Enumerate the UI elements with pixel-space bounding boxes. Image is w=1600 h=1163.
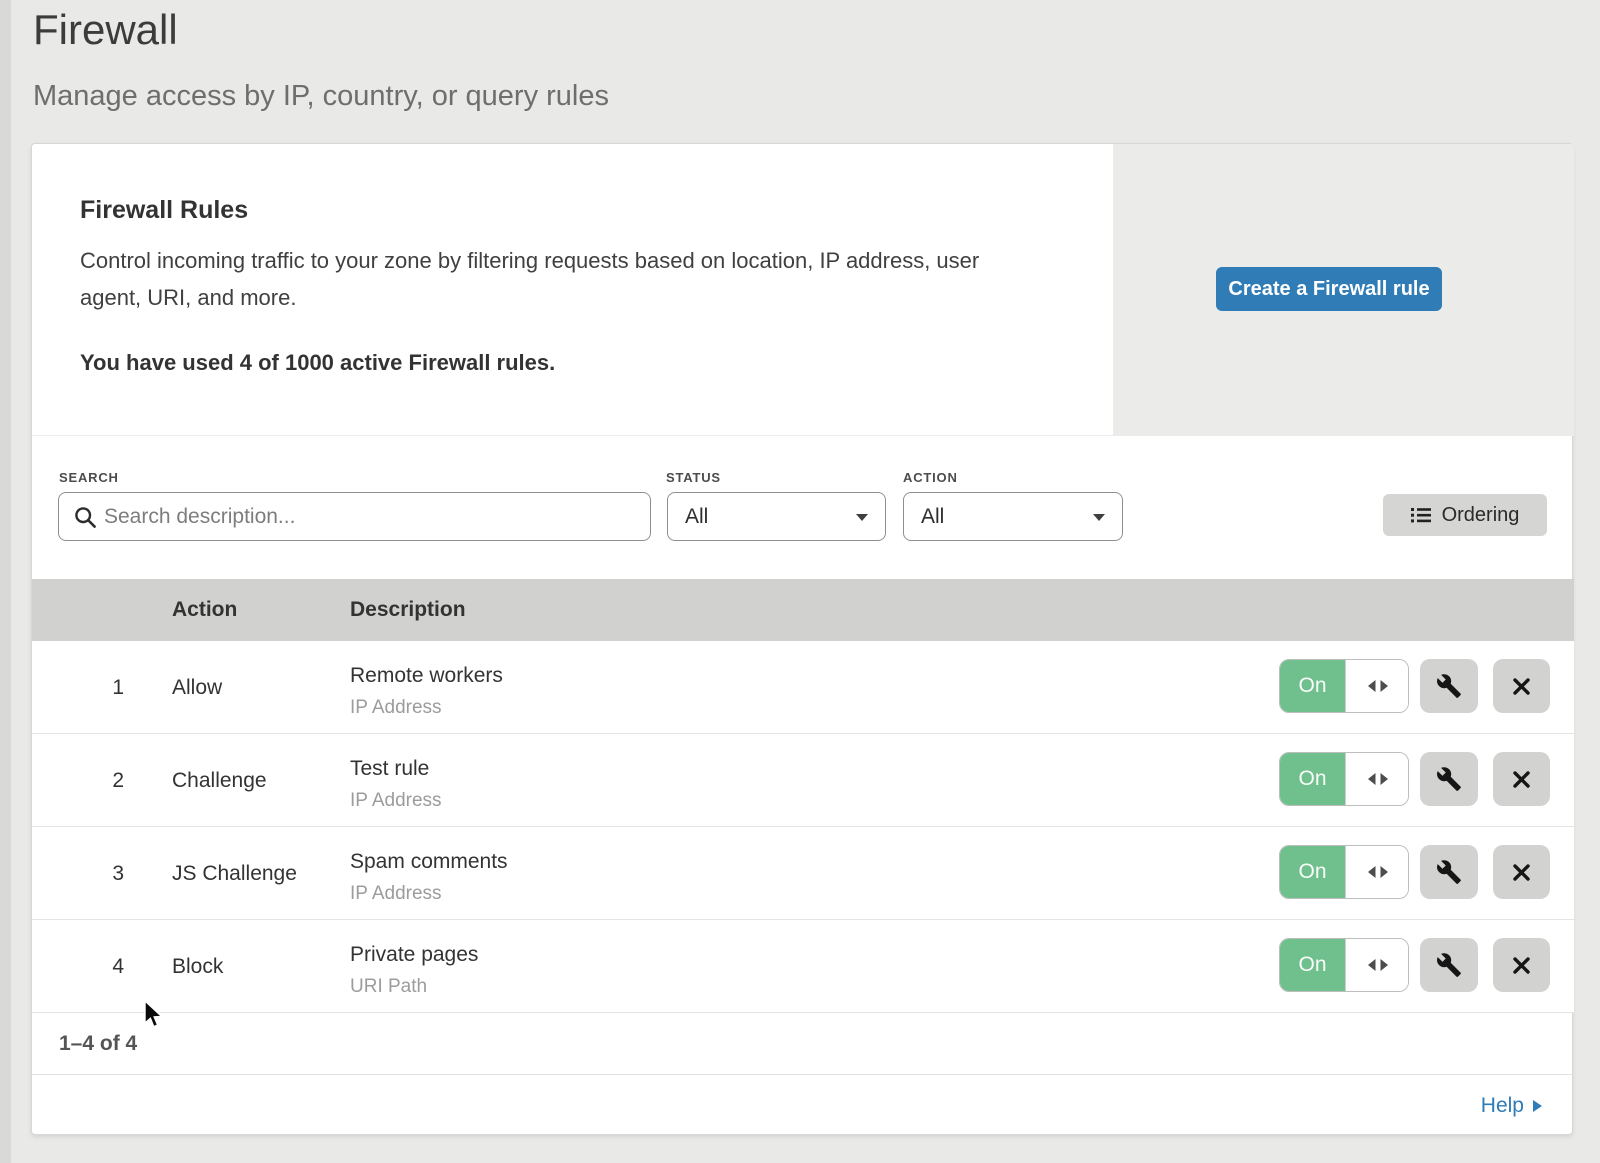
edit-rule-button[interactable] [1420,845,1478,899]
toggle-on-segment[interactable]: On [1280,846,1345,898]
wrench-icon [1436,766,1462,792]
delete-rule-button[interactable] [1493,659,1550,713]
wrench-icon [1436,859,1462,885]
action-label: ACTION [903,470,958,485]
edit-rule-button[interactable] [1420,659,1478,713]
ordering-button[interactable]: Ordering [1383,494,1547,536]
help-link[interactable]: Help [1481,1075,1543,1136]
firewall-page: Firewall Manage access by IP, country, o… [0,0,1600,1163]
delete-rule-button[interactable] [1493,752,1550,806]
rules-summary-section: Firewall Rules Control incoming traffic … [32,144,1574,436]
edit-rule-button[interactable] [1420,938,1478,992]
table-row: 2 Challenge Test rule IP Address On [32,734,1574,827]
close-icon [1511,769,1532,790]
toggle-on-segment[interactable]: On [1280,939,1345,991]
page-title: Firewall [33,6,178,54]
close-icon [1511,955,1532,976]
left-right-arrows-icon [1367,772,1389,786]
search-icon [74,506,97,529]
search-label: SEARCH [59,470,119,485]
pagination-range: 1–4 of 4 [59,1013,137,1074]
search-input[interactable] [104,494,644,539]
ordering-button-label: Ordering [1442,504,1520,527]
rule-enabled-toggle[interactable]: On [1279,845,1409,899]
right-triangle-icon [1532,1099,1543,1113]
rule-match-type: IP Address [350,883,442,905]
chevron-down-icon [1092,513,1106,522]
rules-heading: Firewall Rules [80,196,248,225]
rule-enabled-toggle[interactable]: On [1279,659,1409,713]
page-left-edge [0,0,11,1163]
rule-action: Challenge [172,734,267,827]
rule-enabled-toggle[interactable]: On [1279,752,1409,806]
status-label: STATUS [666,470,721,485]
rule-match-type: IP Address [350,697,442,719]
toggle-handle[interactable] [1345,939,1409,991]
status-select[interactable]: All [667,492,886,541]
firewall-rules-card: Firewall Rules Control incoming traffic … [31,143,1573,1135]
delete-rule-button[interactable] [1493,938,1550,992]
edit-rule-button[interactable] [1420,752,1478,806]
table-header: Action Description [32,579,1574,641]
action-select[interactable]: All [903,492,1123,541]
rule-action: Block [172,920,223,1013]
left-right-arrows-icon [1367,679,1389,693]
status-select-value: All [685,505,708,528]
table-row: 3 JS Challenge Spam comments IP Address … [32,827,1574,920]
action-select-value: All [921,505,944,528]
left-right-arrows-icon [1367,958,1389,972]
rule-priority: 2 [92,734,124,827]
rules-description: Control incoming traffic to your zone by… [80,242,1030,316]
toggle-handle[interactable] [1345,753,1409,805]
help-link-label: Help [1481,1075,1524,1136]
rules-usage-text: You have used 4 of 1000 active Firewall … [80,350,555,376]
wrench-icon [1436,673,1462,699]
rule-description: Private pages [350,943,478,967]
rule-priority: 4 [92,920,124,1013]
toggle-on-segment[interactable]: On [1280,753,1345,805]
create-firewall-rule-button[interactable]: Create a Firewall rule [1216,267,1442,311]
chevron-down-icon [855,513,869,522]
list-ordering-icon [1411,507,1432,523]
rule-description: Spam comments [350,850,508,874]
toggle-handle[interactable] [1345,846,1409,898]
search-box [58,492,651,541]
help-bar: Help [32,1074,1574,1135]
rule-action: Allow [172,641,222,734]
rule-description: Test rule [350,757,429,781]
left-right-arrows-icon [1367,865,1389,879]
rule-enabled-toggle[interactable]: On [1279,938,1409,992]
delete-rule-button[interactable] [1493,845,1550,899]
close-icon [1511,862,1532,883]
rule-description: Remote workers [350,664,503,688]
toggle-on-segment[interactable]: On [1280,660,1345,712]
rule-priority: 3 [92,827,124,920]
pagination-bar: 1–4 of 4 [32,1013,1574,1074]
wrench-icon [1436,952,1462,978]
toggle-handle[interactable] [1345,660,1409,712]
rule-match-type: IP Address [350,790,442,812]
rule-match-type: URI Path [350,976,427,998]
close-icon [1511,676,1532,697]
table-row: 1 Allow Remote workers IP Address On [32,641,1574,734]
column-header-description: Description [350,579,466,641]
rule-action: JS Challenge [172,827,297,920]
column-header-action: Action [172,579,237,641]
table-row: 4 Block Private pages URI Path On [32,920,1574,1013]
page-subtitle: Manage access by IP, country, or query r… [33,80,609,113]
rule-priority: 1 [92,641,124,734]
